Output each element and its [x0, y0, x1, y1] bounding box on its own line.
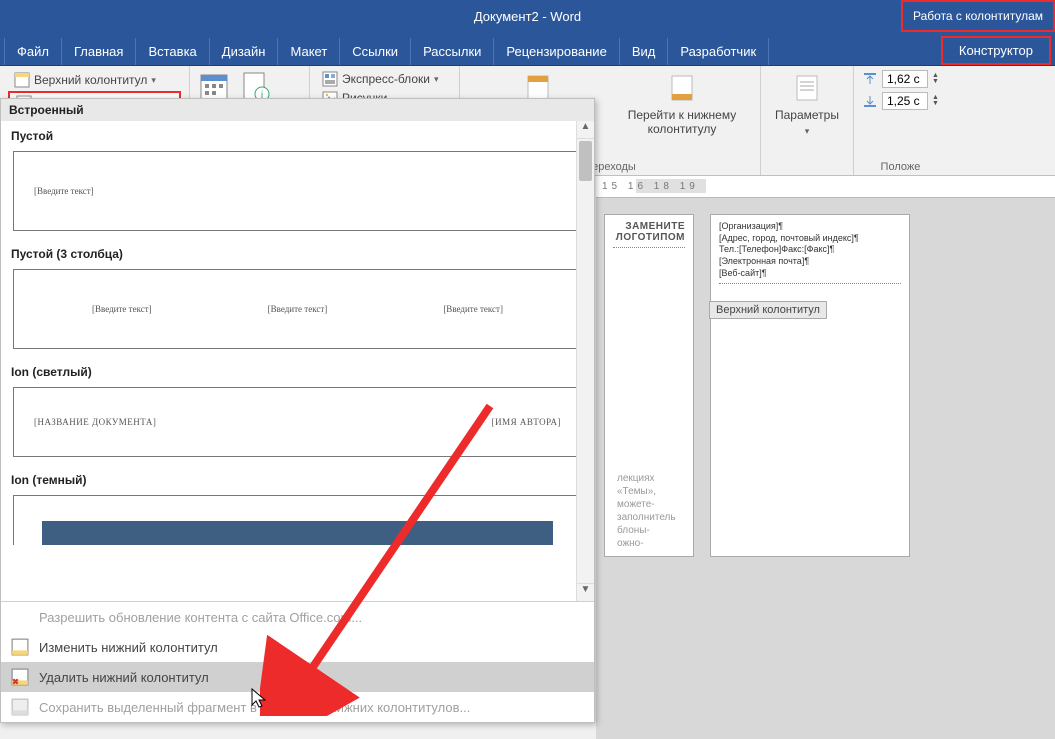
- gallery-item-title: Пустой (3 столбца): [1, 239, 594, 265]
- tab-references[interactable]: Ссылки: [340, 38, 411, 65]
- footer-distance-spinner[interactable]: 1,25 с ▲▼: [862, 92, 939, 110]
- header-dropdown-button[interactable]: Верхний колонтитул ▾: [8, 70, 181, 90]
- scroll-thumb[interactable]: [579, 141, 592, 181]
- header-distance-spinner[interactable]: 1,62 с ▲▼: [862, 70, 939, 88]
- go-footer-icon: [666, 72, 698, 104]
- horizontal-ruler[interactable]: 15 16 18 19: [596, 176, 1055, 198]
- page-preview-right[interactable]: [Организация]¶ [Адрес, город, почтовый и…: [710, 214, 910, 557]
- gallery-item-title: Ion (светлый): [1, 357, 594, 383]
- app-title: Документ2 - Word: [474, 9, 581, 24]
- gallery-item-ion-dark[interactable]: [13, 495, 582, 545]
- delete-footer-icon: [11, 668, 29, 686]
- header-content-line: [Организация]¶: [719, 221, 901, 233]
- gallery-scrollbar[interactable]: ▲ ▼: [576, 121, 594, 601]
- tab-home[interactable]: Главная: [62, 38, 136, 65]
- gallery-scroll-area: Пустой [Введите текст] Пустой (3 столбца…: [1, 121, 594, 601]
- save-selection-icon: [11, 698, 29, 716]
- options-icon: [791, 72, 823, 104]
- tab-view[interactable]: Вид: [620, 38, 669, 65]
- tab-mailings[interactable]: Рассылки: [411, 38, 494, 65]
- tab-file[interactable]: Файл: [4, 38, 62, 65]
- chevron-down-icon: ▾: [805, 126, 810, 137]
- gallery-item-empty[interactable]: [Введите текст]: [13, 151, 582, 231]
- blank-icon: [11, 608, 29, 626]
- gallery-category-header: Встроенный: [1, 99, 594, 121]
- header-icon: [14, 72, 30, 88]
- quick-parts-button[interactable]: Экспресс-блоки ▾: [318, 70, 451, 88]
- options-button[interactable]: Параметры ▾: [769, 70, 845, 139]
- header-content-line: [Электронная почта]¶: [719, 256, 901, 268]
- ribbon-group-label: Положе: [862, 159, 939, 173]
- tab-constructor[interactable]: Конструктор: [941, 36, 1051, 65]
- vertical-top-icon: [862, 71, 878, 87]
- header-section-tag: Верхний колонтитул: [709, 301, 827, 319]
- page-preview-left[interactable]: ЗАМЕНИТЕ ЛОГОТИПОМ лекциях «Темы», может…: [604, 214, 694, 557]
- go-to-footer-button[interactable]: Перейти к нижнему колонтитулу: [612, 70, 752, 138]
- gallery-item-title: Пустой: [1, 121, 594, 147]
- menu-edit-footer[interactable]: Изменить нижний колонтитул: [1, 632, 594, 662]
- tab-design[interactable]: Дизайн: [210, 38, 279, 65]
- menu-allow-office-update: Разрешить обновление контента с сайта Of…: [1, 602, 594, 632]
- ribbon-tabs: Файл Главная Вставка Дизайн Макет Ссылки…: [0, 32, 1055, 66]
- header-content-line: [Адрес, город, почтовый индекс]¶: [719, 233, 901, 245]
- document-area: 15 16 18 19 ЗАМЕНИТЕ ЛОГОТИПОМ лекциях «…: [596, 176, 1055, 739]
- tab-review[interactable]: Рецензирование: [494, 38, 619, 65]
- gallery-item-empty-3col[interactable]: [Введите текст] [Введите текст] [Введите…: [13, 269, 582, 349]
- chevron-down-icon: ▾: [434, 74, 439, 85]
- header-label: Верхний колонтитул: [34, 73, 147, 87]
- gallery-item-title: Ion (темный): [1, 465, 594, 491]
- scroll-up-arrow[interactable]: ▲: [577, 121, 594, 139]
- tab-layout[interactable]: Макет: [278, 38, 340, 65]
- chevron-down-icon: ▾: [151, 75, 156, 86]
- gallery-item-ion-light[interactable]: [НАЗВАНИЕ ДОКУМЕНТА] [ИМЯ АВТОРА]: [13, 387, 582, 457]
- header-content-line: Тел.:[Телефон]Факс:[Факс]¶: [719, 244, 901, 256]
- gallery-bottom-menu: Разрешить обновление контента с сайта Of…: [1, 601, 594, 722]
- ribbon-group-options: Параметры ▾: [761, 66, 854, 175]
- body-text-fragment: лекциях «Темы», можете- заполнитель блон…: [613, 472, 685, 550]
- menu-delete-footer[interactable]: Удалить нижний колонтитул: [1, 662, 594, 692]
- contextual-tab-title: Работа с колонтитулам: [901, 0, 1055, 32]
- title-bar: Документ2 - Word Работа с колонтитулам: [0, 0, 1055, 32]
- quick-parts-icon: [322, 71, 338, 87]
- footer-gallery-dropdown: Встроенный Пустой [Введите текст] Пустой…: [0, 98, 595, 723]
- menu-save-selection: Сохранить выделенный фрагмент в коллекци…: [1, 692, 594, 722]
- ribbon-group-position: 1,62 с ▲▼ 1,25 с ▲▼ Положе: [854, 66, 947, 175]
- header-content-line: [Веб-сайт]¶: [719, 268, 901, 280]
- vertical-bottom-icon: [862, 93, 878, 109]
- tab-developer[interactable]: Разработчик: [668, 38, 769, 65]
- tab-insert[interactable]: Вставка: [136, 38, 209, 65]
- ribbon-group-label: [769, 159, 845, 173]
- scroll-down-arrow[interactable]: ▼: [577, 583, 594, 601]
- edit-footer-icon: [11, 638, 29, 656]
